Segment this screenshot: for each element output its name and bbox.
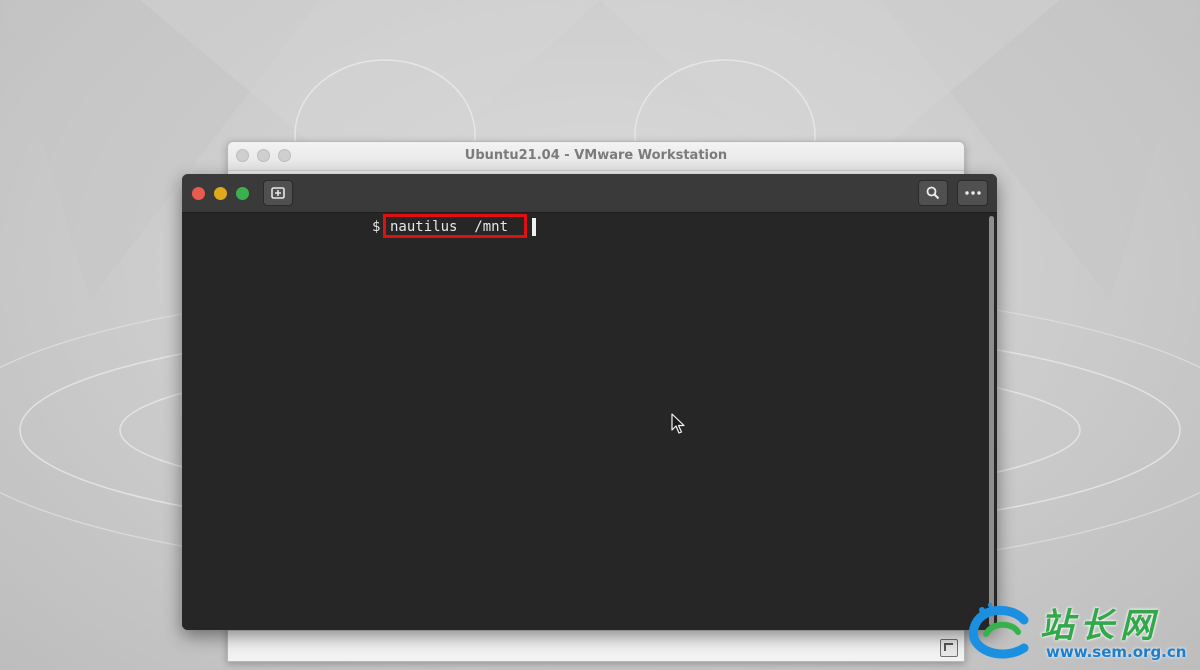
terminal-output-area[interactable]: $ nautilus /mnt: [182, 213, 997, 630]
new-tab-icon: [271, 187, 285, 199]
minimize-button[interactable]: [214, 187, 227, 200]
more-menu-icon: [964, 191, 981, 195]
site-watermark: 站长网 www.sem.org.cn: [962, 600, 1198, 666]
vmware-titlebar[interactable]: Ubuntu21.04 - VMware Workstation: [228, 142, 964, 171]
prompt-line: $ nautilus /mnt: [372, 214, 536, 238]
terminal-headerbar[interactable]: [182, 174, 997, 213]
prompt-symbol: $: [372, 219, 381, 235]
command-text: nautilus /mnt: [390, 219, 509, 235]
watermark-url: www.sem.org.cn: [1046, 643, 1187, 661]
fit-window-icon[interactable]: [940, 639, 958, 657]
close-button[interactable]: [192, 187, 205, 200]
vmware-statusbar: [228, 630, 964, 661]
mouse-pointer-icon: [671, 413, 685, 434]
watermark-logo-text: 站长网: [1040, 606, 1160, 646]
new-tab-button[interactable]: [263, 180, 293, 206]
text-cursor: [532, 218, 536, 236]
menu-button[interactable]: [957, 180, 988, 206]
search-icon: [926, 186, 940, 200]
search-button[interactable]: [918, 180, 948, 206]
watermark-logo-icon: [968, 602, 1029, 659]
terminal-window[interactable]: $ nautilus /mnt: [182, 174, 997, 630]
maximize-button[interactable]: [236, 187, 249, 200]
scrollbar[interactable]: [989, 216, 994, 626]
vmware-window-title: Ubuntu21.04 - VMware Workstation: [464, 148, 728, 163]
